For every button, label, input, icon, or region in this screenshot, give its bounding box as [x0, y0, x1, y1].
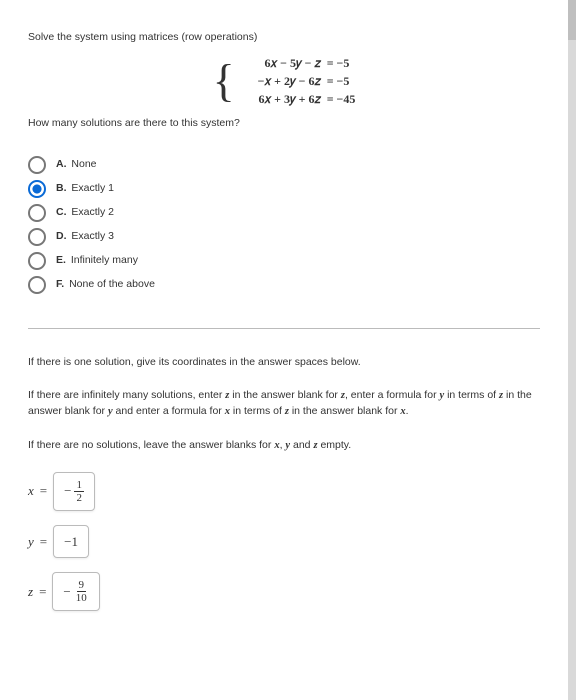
left-brace-icon: { — [213, 61, 235, 101]
equation-system: { 6𝑥 − 5𝑦 − 𝑧= −5−𝑥 + 2𝑦 − 6𝑧= −56𝑥 + 3𝑦… — [28, 54, 540, 108]
option-label: F. None of the above — [56, 277, 155, 293]
answer-input-z[interactable]: − 9 10 — [52, 572, 99, 611]
option-row[interactable]: C. Exactly 2 — [28, 204, 540, 222]
answer-label-y: y — [28, 532, 34, 552]
option-row[interactable]: D. Exactly 3 — [28, 228, 540, 246]
option-row[interactable]: A. None — [28, 156, 540, 174]
question-card: Solve the system using matrices (row ope… — [0, 0, 568, 700]
instruction-one-solution: If there is one solution, give its coord… — [28, 355, 540, 371]
option-label: A. None — [56, 157, 97, 173]
equation-row: −𝑥 + 2𝑦 − 6𝑧= −5 — [239, 72, 356, 90]
option-row[interactable]: E. Infinitely many — [28, 252, 540, 270]
radio-button[interactable] — [28, 180, 46, 198]
radio-button[interactable] — [28, 204, 46, 222]
option-label: B. Exactly 1 — [56, 181, 114, 197]
radio-button[interactable] — [28, 228, 46, 246]
radio-button[interactable] — [28, 252, 46, 270]
section-divider — [28, 328, 540, 329]
prompt-text: Solve the system using matrices (row ope… — [28, 30, 540, 46]
equation-row: 6𝑥 + 3𝑦 + 6𝑧= −45 — [239, 90, 356, 108]
radio-button[interactable] — [28, 156, 46, 174]
answer-label-x: x — [28, 481, 34, 501]
answer-input-y[interactable]: −1 — [53, 525, 89, 559]
option-row[interactable]: B. Exactly 1 — [28, 180, 540, 198]
equation-row: 6𝑥 − 5𝑦 − 𝑧= −5 — [239, 54, 356, 72]
answer-row-y: y = −1 — [28, 525, 540, 559]
option-label: D. Exactly 3 — [56, 229, 114, 245]
option-label: C. Exactly 2 — [56, 205, 114, 221]
radio-button[interactable] — [28, 276, 46, 294]
answer-row-x: x = − 1 2 — [28, 472, 540, 511]
options-group: A. None B. Exactly 1 C. Exactly 2 D. Exactl… — [28, 156, 540, 294]
subquestion-text: How many solutions are there to this sys… — [28, 116, 540, 132]
answer-input-x[interactable]: − 1 2 — [53, 472, 95, 511]
answer-row-z: z = − 9 10 — [28, 572, 540, 611]
instruction-infinite: If there are infinitely many solutions, … — [28, 388, 540, 420]
option-row[interactable]: F. None of the above — [28, 276, 540, 294]
vertical-scrollbar[interactable] — [568, 0, 576, 700]
option-label: E. Infinitely many — [56, 253, 138, 269]
answer-label-z: z — [28, 582, 33, 602]
scrollbar-thumb[interactable] — [568, 0, 576, 40]
instruction-no-solution: If there are no solutions, leave the ans… — [28, 438, 540, 454]
